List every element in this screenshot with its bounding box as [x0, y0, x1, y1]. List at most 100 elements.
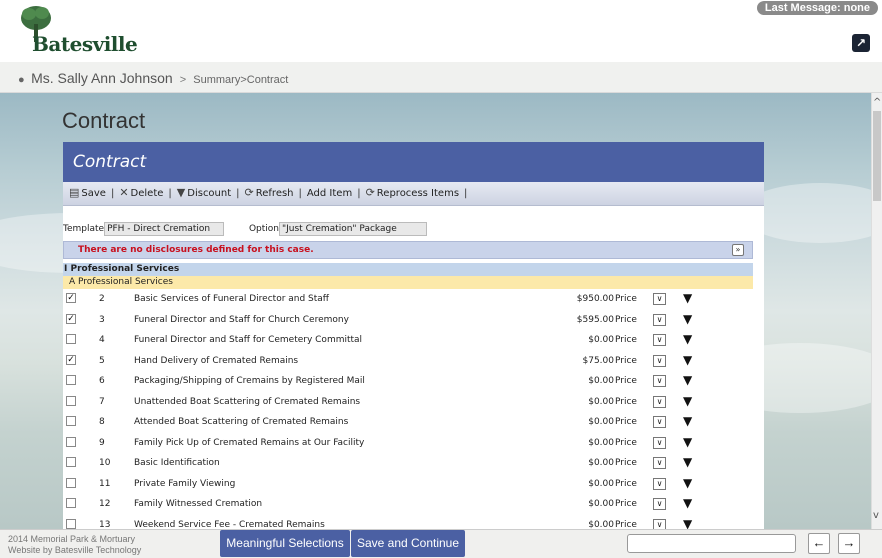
discount-icon[interactable]: ▼ — [683, 496, 692, 510]
item-checkbox[interactable] — [66, 375, 76, 385]
item-description: Family Pick Up of Cremated Remains at Ou… — [134, 437, 365, 448]
item-number: 11 — [99, 478, 111, 489]
item-description: Unattended Boat Scattering of Cremated R… — [134, 396, 361, 407]
chevron-down-icon[interactable]: ∨ — [653, 334, 666, 346]
next-arrow-icon[interactable]: → — [838, 533, 860, 554]
chevron-down-icon[interactable]: ∨ — [653, 375, 666, 387]
save-and-continue-button[interactable]: Save and Continue — [351, 530, 465, 557]
item-checkbox[interactable]: ✓ — [66, 313, 76, 324]
item-checkbox[interactable] — [66, 498, 76, 508]
chevron-down-icon[interactable]: ∨ — [653, 518, 666, 529]
price-type-select[interactable]: Price ∨ — [615, 518, 670, 529]
copyright-line: 2014 Memorial Park & Mortuary — [8, 534, 136, 544]
toolbar-separator: | — [464, 188, 468, 199]
toolbar-refresh-button[interactable]: ⟳ Refresh — [245, 186, 294, 199]
discount-icon[interactable]: ▼ — [683, 291, 692, 305]
discount-icon[interactable]: ▼ — [683, 332, 692, 346]
price-type-select[interactable]: Price ∨ — [615, 477, 670, 490]
price-type-select[interactable]: Price ∨ — [615, 375, 670, 387]
page-scrollbar[interactable]: ^ v — [871, 93, 882, 529]
expand-toggle-icon[interactable]: » — [732, 244, 744, 256]
chevron-down-icon[interactable]: ∨ — [653, 477, 666, 490]
case-name[interactable]: Ms. Sally Ann Johnson — [31, 70, 173, 86]
chevron-down-icon[interactable]: ∨ — [653, 313, 666, 326]
chevron-down-icon[interactable]: ∨ — [653, 498, 666, 510]
price-type-select[interactable]: Price ∨ — [615, 313, 670, 326]
table-row: 7 Unattended Boat Scattering of Cremated … — [63, 393, 764, 414]
item-price: $0.00 — [588, 376, 614, 386]
discount-icon[interactable]: ▼ — [683, 476, 692, 490]
toolbar-reprocess-items-button[interactable]: ⟳ Reprocess Items — [366, 186, 459, 199]
discount-icon[interactable]: ▼ — [683, 394, 692, 408]
toolbar-add-item-button[interactable]: Add Item — [307, 188, 352, 199]
subsection-header: A Professional Services — [63, 276, 753, 289]
breadcrumb-path[interactable]: Summary>Contract — [193, 74, 288, 86]
batesville-logo[interactable]: Batesville — [10, 4, 140, 58]
table-row: 9 Family Pick Up of Cremated Remains at O… — [63, 434, 764, 455]
chevron-down-icon[interactable]: ∨ — [653, 395, 666, 408]
footer-copyright: 2014 Memorial Park & Mortuary Website by… — [8, 534, 141, 556]
chevron-down-icon[interactable]: ∨ — [653, 293, 666, 305]
discount-icon[interactable]: ▼ — [683, 312, 692, 326]
item-checkbox[interactable] — [66, 477, 76, 488]
discount-icon[interactable]: ▼ — [683, 353, 692, 367]
discount-icon[interactable]: ▼ — [683, 414, 692, 428]
item-number: 4 — [99, 335, 105, 345]
item-checkbox[interactable]: ✓ — [66, 293, 76, 303]
last-message-badge[interactable]: Last Message: none — [756, 1, 878, 15]
price-type-select[interactable]: Price ∨ — [615, 395, 670, 408]
item-price: $0.00 — [588, 396, 614, 407]
price-type-select[interactable]: Price ∨ — [615, 498, 670, 510]
meaningful-selections-button[interactable]: Meaningful Selections — [220, 530, 350, 557]
item-price: $0.00 — [588, 417, 614, 427]
toolbar-save-button[interactable]: ▤ Save — [69, 186, 106, 199]
table-row: 13 Weekend Service Fee - Cremated Remains… — [63, 516, 764, 530]
discount-icon[interactable]: ▼ — [683, 373, 692, 387]
item-checkbox[interactable] — [66, 395, 76, 406]
item-number: 8 — [99, 417, 105, 427]
item-price: $75.00 — [582, 355, 615, 366]
discount-icon[interactable]: ▼ — [683, 455, 692, 469]
toolbar-separator: | — [236, 188, 240, 199]
price-type-value: Price — [615, 355, 637, 366]
footer-input[interactable] — [627, 534, 796, 553]
toolbar-delete-button[interactable]: ✕ Delete — [119, 186, 163, 199]
item-price: $950.00 — [576, 294, 614, 304]
chevron-down-icon[interactable]: ∨ — [653, 436, 666, 449]
item-checkbox[interactable] — [66, 436, 76, 447]
item-checkbox[interactable]: ✓ — [66, 354, 76, 365]
chevron-down-icon[interactable]: ∨ — [653, 354, 666, 367]
chevron-down-icon[interactable]: ∨ — [653, 416, 666, 428]
breadcrumb-separator: > — [179, 74, 187, 86]
price-type-value: Price — [615, 458, 637, 468]
popout-icon[interactable]: ↗ — [852, 34, 870, 52]
scroll-up-icon[interactable]: ^ — [873, 97, 881, 108]
item-description: Family Witnessed Cremation — [134, 499, 263, 509]
item-checkbox[interactable] — [66, 334, 76, 344]
toolbar-label: Refresh — [255, 188, 294, 199]
price-type-select[interactable]: Price ∨ — [615, 457, 670, 469]
discount-icon[interactable]: ▼ — [683, 435, 692, 449]
prev-arrow-icon[interactable]: ← — [808, 533, 830, 554]
item-description: Basic Services of Funeral Director and S… — [134, 294, 330, 304]
item-checkbox[interactable] — [66, 518, 76, 529]
price-type-select[interactable]: Price ∨ — [615, 436, 670, 449]
toolbar-separator: | — [298, 188, 302, 199]
toolbar-discount-button[interactable]: ▼ Discount — [177, 186, 231, 199]
item-price: $0.00 — [588, 499, 614, 509]
price-type-select[interactable]: Price ∨ — [615, 293, 670, 305]
item-number: 5 — [99, 355, 105, 366]
item-price: $0.00 — [588, 519, 614, 530]
item-checkbox[interactable] — [66, 416, 76, 426]
table-row: ✓ 5 Hand Delivery of Cremated Remains $75.0… — [63, 352, 764, 373]
scroll-down-icon[interactable]: v — [873, 510, 879, 521]
chevron-down-icon[interactable]: ∨ — [653, 457, 666, 469]
template-field[interactable]: PFH - Direct Cremation — [104, 222, 225, 236]
price-type-select[interactable]: Price ∨ — [615, 334, 670, 346]
price-type-select[interactable]: Price ∨ — [615, 416, 670, 428]
item-checkbox[interactable] — [66, 457, 76, 467]
discount-icon[interactable]: ▼ — [683, 517, 692, 530]
scroll-thumb[interactable] — [873, 111, 881, 201]
price-type-select[interactable]: Price ∨ — [615, 354, 670, 367]
option-field[interactable]: "Just Cremation" Package — [279, 222, 427, 236]
